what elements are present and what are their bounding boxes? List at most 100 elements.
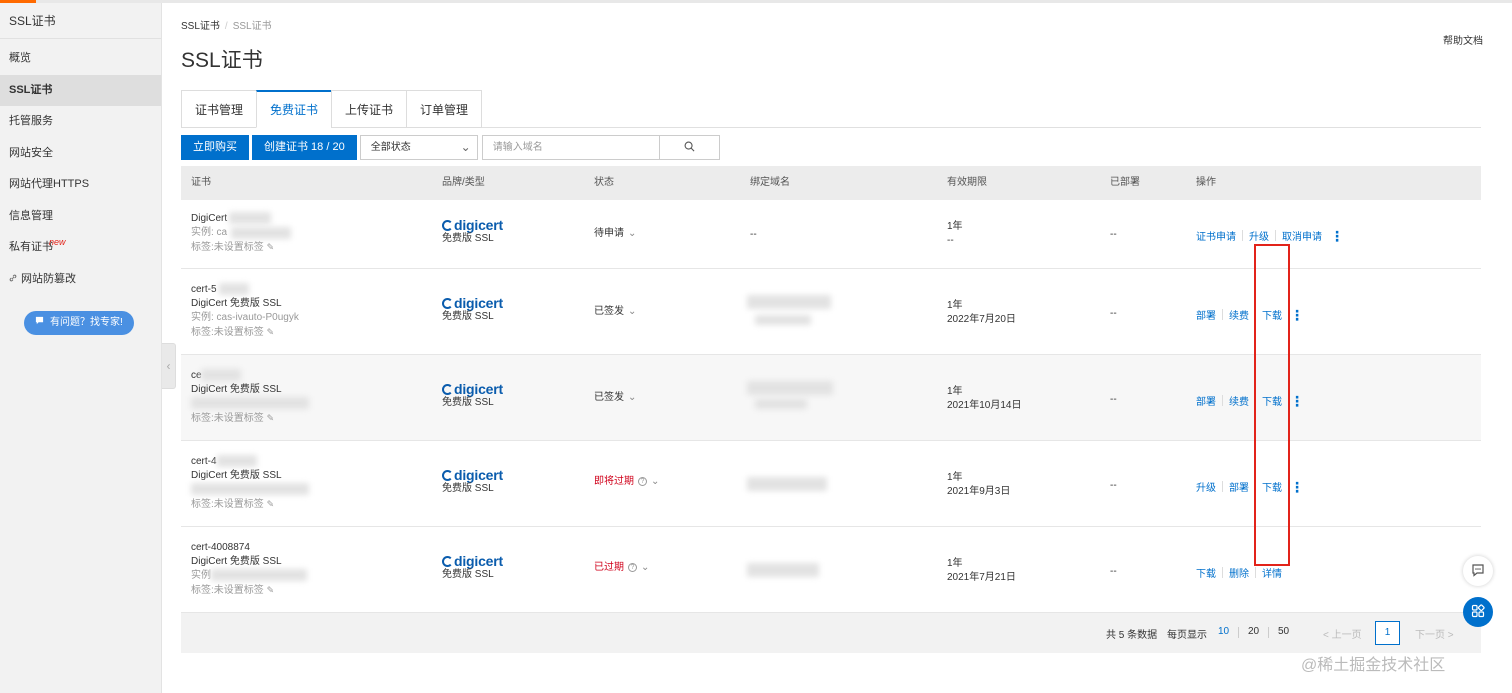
page-size-option[interactable]: 20: [1248, 626, 1259, 637]
chevron-down-icon: ⌄: [641, 562, 650, 573]
column-header: 有效期限: [947, 177, 987, 188]
status-text: 已签发: [594, 392, 624, 403]
edit-icon: ✎: [266, 242, 275, 252]
brand-cell: digicert 免费版 SSL: [442, 218, 503, 246]
status-text: 已签发: [594, 306, 624, 317]
tab-order-management[interactable]: 订单管理: [406, 90, 483, 128]
validity-cell: 1年 2021年9月3日: [947, 471, 1010, 499]
validity-cell: 1年 2022年7月20日: [947, 299, 1016, 327]
redacted-block: [231, 227, 291, 239]
validity-cell: 1年 2021年10月14日: [947, 385, 1022, 413]
apps-grid-icon: [1471, 603, 1485, 621]
sidebar-item-label: 概览: [9, 52, 31, 64]
status-cell[interactable]: 已签发 ⌄: [594, 391, 636, 405]
domain-search-input[interactable]: 请输入域名: [481, 135, 660, 160]
deploy-link[interactable]: 部署: [1196, 393, 1216, 408]
sidebar-item-ssl-cert[interactable]: SSL证书: [0, 74, 161, 106]
page-size-option[interactable]: 10: [1218, 626, 1229, 637]
cert-name[interactable]: cert-4008874: [191, 541, 282, 555]
status-filter-select[interactable]: 全部状态 ⌄: [359, 135, 478, 160]
sidebar-title: SSL证书: [0, 3, 161, 39]
sidebar-item-label: 网站安全: [9, 146, 53, 159]
ask-expert-button[interactable]: 有问题？找专家!: [24, 311, 134, 335]
chevron-down-icon: ⌄: [628, 306, 637, 317]
delete-link[interactable]: 删除: [1229, 565, 1249, 580]
redacted-domain: [747, 563, 819, 577]
search-icon: [684, 141, 695, 155]
next-page-button[interactable]: 下一页 >: [1415, 626, 1454, 641]
breadcrumb-item[interactable]: SSL证书: [181, 21, 220, 32]
more-options-icon[interactable]: ⋮: [1290, 480, 1304, 494]
sidebar-item-hosting[interactable]: 托管服务: [0, 106, 161, 138]
deployed-cell: --: [1110, 394, 1117, 405]
watermark: @稀土掘金技术社区: [1301, 657, 1446, 674]
cert-tag[interactable]: 标签:未设置标签 ✎: [191, 411, 282, 426]
digicert-logo: digicert: [442, 218, 503, 232]
redacted-block: [191, 397, 309, 409]
more-options-icon[interactable]: ⋮: [1290, 308, 1304, 322]
sidebar-item-web-security[interactable]: 网站安全: [0, 138, 161, 170]
brand-type: 免费版 SSL: [442, 397, 494, 408]
chevron-left-icon: ‹: [166, 359, 171, 373]
cert-product: DigiCert 免费版 SSL: [191, 556, 282, 567]
download-link[interactable]: 下载: [1196, 565, 1216, 580]
help-docs-link[interactable]: 帮助文档: [1443, 32, 1483, 47]
details-link[interactable]: 详情: [1262, 565, 1282, 580]
domain-cell: --: [750, 229, 757, 240]
upgrade-link[interactable]: 升级: [1249, 228, 1269, 243]
sidebar-item-private-cert[interactable]: 私有证书 new: [0, 232, 161, 264]
brand-cell: digicert 免费版 SSL: [442, 468, 503, 496]
cancel-apply-link[interactable]: 取消申请: [1282, 228, 1322, 243]
search-button[interactable]: [659, 135, 720, 160]
sidebar-item-tamper-protection[interactable]: 网站防篡改: [0, 264, 161, 296]
row-actions: 证书申请 升级 取消申请 ⋮: [1196, 228, 1344, 244]
deploy-link[interactable]: 部署: [1196, 307, 1216, 322]
validity-period: 1年: [947, 221, 963, 232]
status-cell[interactable]: 已过期? ⌄: [594, 561, 649, 575]
apps-button[interactable]: [1463, 597, 1493, 627]
upgrade-link[interactable]: 升级: [1196, 479, 1216, 494]
renew-link[interactable]: 续费: [1229, 393, 1249, 408]
expire-date: 2021年7月21日: [947, 572, 1016, 583]
feedback-button[interactable]: [1463, 556, 1493, 586]
tab-cert-management[interactable]: 证书管理: [181, 90, 257, 128]
new-badge: new: [49, 237, 66, 247]
sidebar: SSL证书 概览 SSL证书 托管服务 网站安全 网站代理HTTPS 信息管理 …: [0, 3, 162, 693]
cert-tag[interactable]: 标签:未设置标签 ✎: [191, 240, 274, 255]
tab-free-cert[interactable]: 免费证书: [256, 90, 332, 128]
renew-link[interactable]: 续费: [1229, 307, 1249, 322]
prev-page-button[interactable]: < 上一页: [1323, 626, 1362, 641]
validity-cell: 1年 2021年7月21日: [947, 557, 1016, 585]
digicert-logo: digicert: [442, 554, 503, 568]
deployed-cell: --: [1110, 308, 1117, 319]
status-cell[interactable]: 即将过期? ⌄: [594, 475, 659, 489]
sidebar-item-label: SSL证书: [9, 83, 53, 96]
status-cell[interactable]: 待申请 ⌄: [594, 227, 636, 241]
sidebar-collapse-handle[interactable]: ‹: [162, 343, 176, 389]
divider: [1268, 627, 1269, 638]
create-cert-button[interactable]: 创建证书 18 / 20: [252, 135, 357, 160]
more-options-icon[interactable]: ⋮: [1330, 229, 1344, 243]
buy-now-button[interactable]: 立即购买: [181, 135, 249, 160]
page-size-option[interactable]: 50: [1278, 626, 1289, 637]
expire-date: 2022年7月20日: [947, 314, 1016, 325]
deploy-link[interactable]: 部署: [1229, 479, 1249, 494]
breadcrumb: SSL证书 / SSL证书: [181, 17, 272, 32]
tab-upload-cert[interactable]: 上传证书: [331, 90, 407, 128]
apply-cert-link[interactable]: 证书申请: [1196, 228, 1236, 243]
cert-tag[interactable]: 标签:未设置标签 ✎: [191, 583, 282, 598]
sidebar-item-overview[interactable]: 概览: [0, 43, 161, 75]
page-number-button[interactable]: 1: [1375, 621, 1400, 645]
sidebar-item-label: 信息管理: [9, 209, 53, 222]
validity-period: 1年: [947, 386, 963, 397]
help-icon[interactable]: ?: [628, 563, 637, 572]
sidebar-item-https-proxy[interactable]: 网站代理HTTPS: [0, 169, 161, 201]
column-header: 证书: [191, 177, 211, 188]
page-title: SSL证书: [181, 49, 263, 72]
cert-tag[interactable]: 标签:未设置标签 ✎: [191, 497, 282, 512]
sidebar-item-info-management[interactable]: 信息管理: [0, 201, 161, 233]
status-cell[interactable]: 已签发 ⌄: [594, 305, 636, 319]
more-options-icon[interactable]: ⋮: [1290, 394, 1304, 408]
help-icon[interactable]: ?: [638, 477, 647, 486]
cert-tag[interactable]: 标签:未设置标签 ✎: [191, 325, 299, 340]
